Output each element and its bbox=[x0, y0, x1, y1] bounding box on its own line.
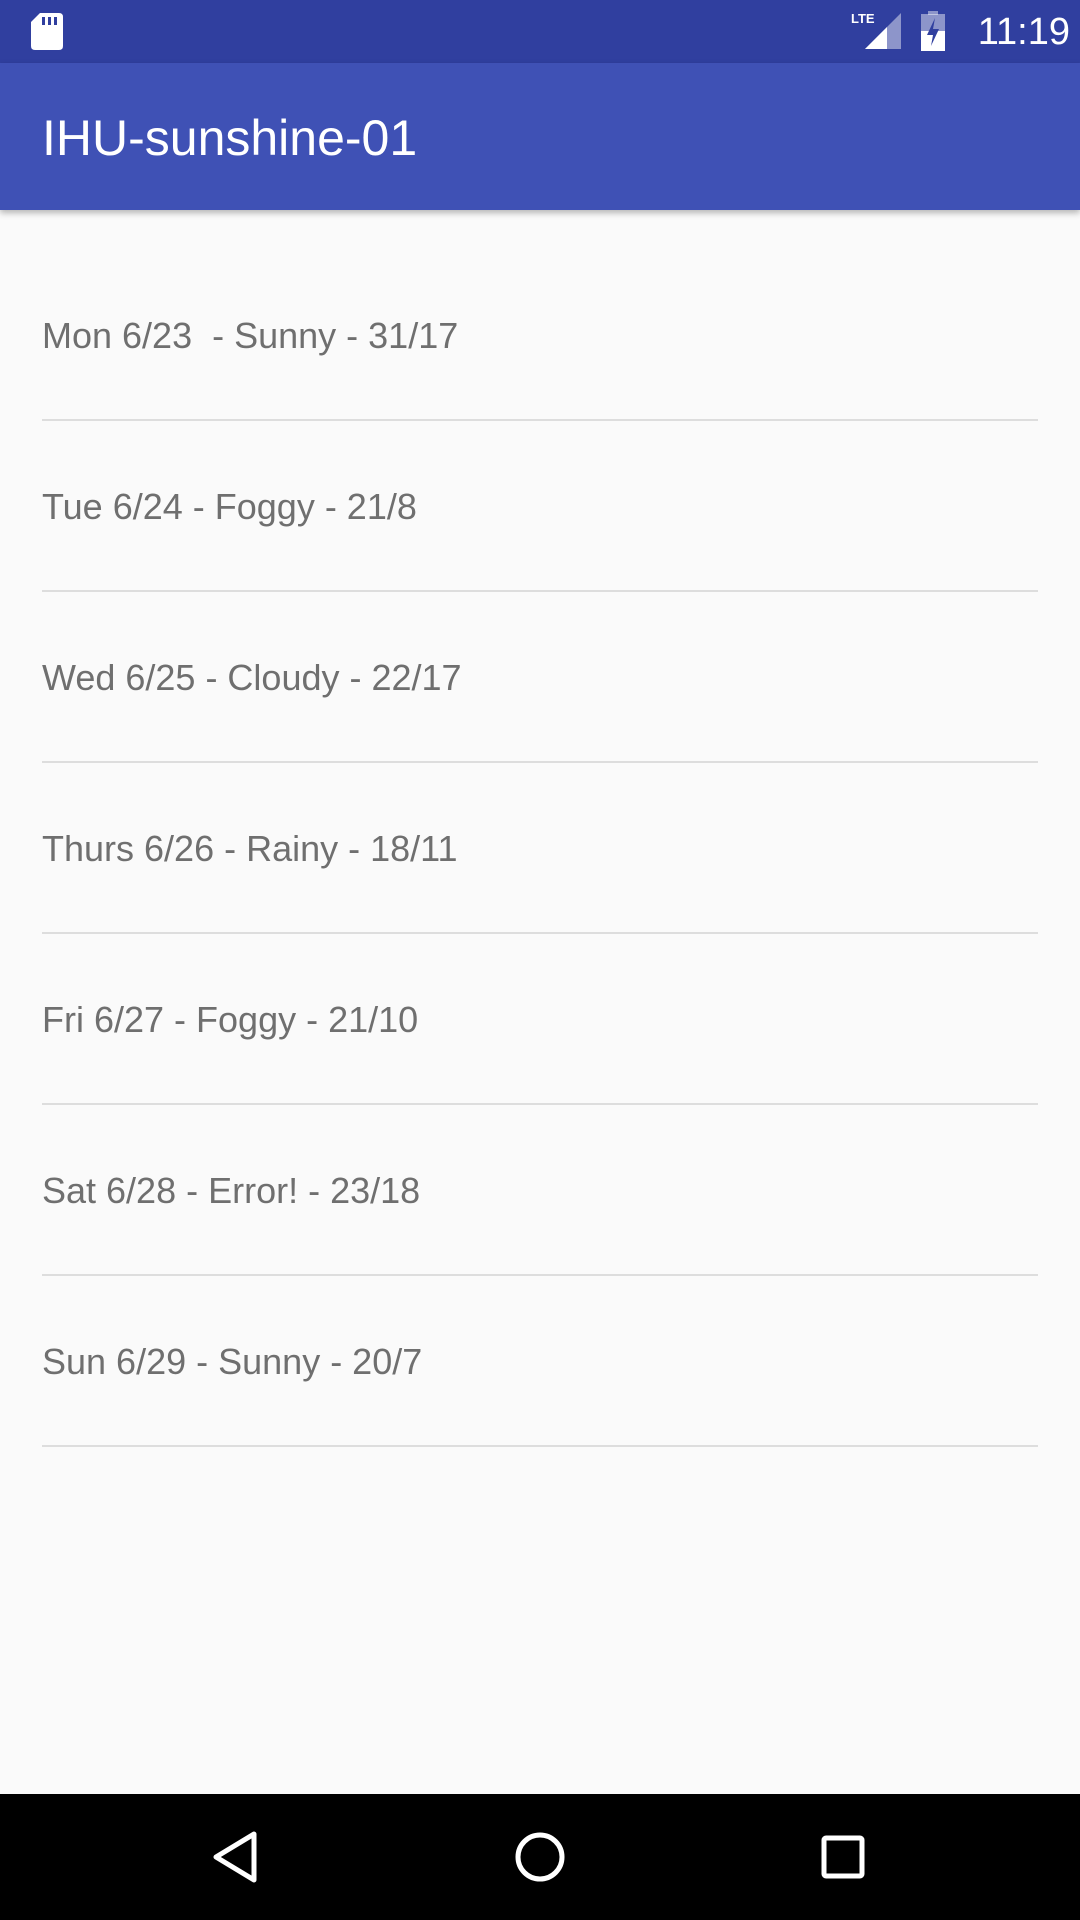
battery-charging-icon bbox=[921, 11, 945, 51]
forecast-list-item[interactable]: Fri 6/27 - Foggy - 21/10 bbox=[42, 934, 1038, 1105]
forecast-list-item[interactable]: Mon 6/23 - Sunny - 31/17 bbox=[42, 250, 1038, 421]
forecast-text: Tue 6/24 - Foggy - 21/8 bbox=[42, 486, 417, 527]
recents-icon[interactable] bbox=[810, 1824, 876, 1890]
status-clock: 11:19 bbox=[977, 11, 1070, 53]
forecast-text: Wed 6/25 - Cloudy - 22/17 bbox=[42, 657, 462, 698]
forecast-list-item[interactable]: Sun 6/29 - Sunny - 20/7 bbox=[42, 1276, 1038, 1447]
forecast-list-item[interactable]: Thurs 6/26 - Rainy - 18/11 bbox=[42, 763, 1038, 934]
app-bar: IHU-sunshine-01 bbox=[0, 63, 1080, 210]
forecast-text: Sat 6/28 - Error! - 23/18 bbox=[42, 1170, 421, 1211]
home-icon[interactable] bbox=[507, 1824, 573, 1890]
forecast-text: Mon 6/23 - Sunny - 31/17 bbox=[42, 315, 459, 356]
forecast-text: Thurs 6/26 - Rainy - 18/11 bbox=[42, 828, 458, 869]
lte-signal-icon: LTE bbox=[851, 11, 901, 49]
navigation-bar bbox=[0, 1794, 1080, 1920]
forecast-list-item[interactable]: Tue 6/24 - Foggy - 21/8 bbox=[42, 421, 1038, 592]
app-title: IHU-sunshine-01 bbox=[42, 110, 418, 166]
status-bar: LTE 11:19 bbox=[0, 0, 1080, 63]
forecast-text: Sun 6/29 - Sunny - 20/7 bbox=[42, 1341, 423, 1382]
forecast-list: Mon 6/23 - Sunny - 31/17 Tue 6/24 - Fogg… bbox=[0, 250, 1080, 1447]
forecast-list-item[interactable]: Wed 6/25 - Cloudy - 22/17 bbox=[42, 592, 1038, 763]
lte-label: LTE bbox=[851, 11, 875, 26]
forecast-list-item[interactable]: Sat 6/28 - Error! - 23/18 bbox=[42, 1105, 1038, 1276]
back-icon[interactable] bbox=[204, 1824, 270, 1890]
forecast-text: Fri 6/27 - Foggy - 21/10 bbox=[42, 999, 419, 1040]
sd-card-icon bbox=[31, 13, 63, 50]
